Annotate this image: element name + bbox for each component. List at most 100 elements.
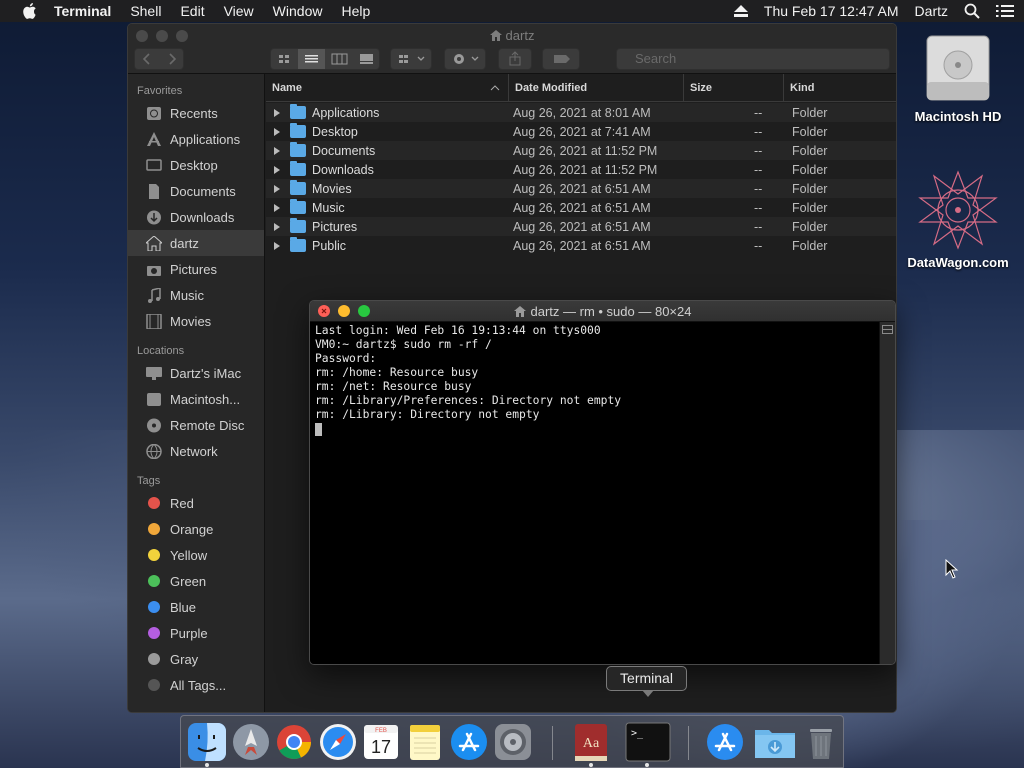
sidebar-item-label: Pictures [170,261,217,277]
gallery-view-icon[interactable] [353,49,380,69]
disclosure-triangle-icon[interactable] [274,184,280,193]
table-row[interactable]: Desktop Aug 26, 2021 at 7:41 AM -- Folder [266,122,896,141]
sidebar-tag-all[interactable]: All Tags... [128,672,264,698]
dock-calendar[interactable]: FEB 17 [361,722,401,762]
sidebar-tag-purple[interactable]: Purple [128,620,264,646]
split-pane-icon[interactable] [882,325,894,335]
sidebar-item-documents[interactable]: Documents [128,178,264,204]
terminal-minimize-button[interactable] [338,305,350,317]
terminal-close-button[interactable] [318,305,330,317]
menu-clock[interactable]: Thu Feb 17 12:47 AM [764,3,899,19]
menu-edit[interactable]: Edit [180,3,204,19]
sidebar-tag-gray[interactable]: Gray [128,646,264,672]
spotlight-search-icon[interactable] [964,3,980,19]
sidebar-item-recents[interactable]: Recents [128,100,264,126]
sidebar-item-music[interactable]: Music [128,282,264,308]
dock-app-store[interactable] [449,722,489,762]
desktop-macintosh-hd[interactable]: Macintosh HD [906,30,1010,124]
dock-chrome[interactable] [274,722,314,762]
sidebar-item-downloads[interactable]: Downloads [128,204,264,230]
sidebar-item-remote-disc[interactable]: Remote Disc [128,412,264,438]
table-row[interactable]: Pictures Aug 26, 2021 at 6:51 AM -- Folder [266,217,896,236]
sidebar-tag-green[interactable]: Green [128,568,264,594]
table-row[interactable]: Movies Aug 26, 2021 at 6:51 AM -- Folder [266,179,896,198]
finder-titlebar[interactable]: dartz [128,24,896,48]
dock-notes[interactable] [405,722,445,762]
disclosure-triangle-icon[interactable] [274,127,280,136]
group-by-button[interactable] [390,48,432,70]
terminal-zoom-button[interactable] [358,305,370,317]
column-header-size[interactable]: Size [684,74,784,101]
menu-shell[interactable]: Shell [130,3,161,19]
action-menu-button[interactable] [444,48,486,70]
file-kind: Folder [792,105,828,120]
dock-system-preferences[interactable] [493,722,533,762]
menu-user[interactable]: Dartz [915,3,948,19]
sidebar-item-macintosh-hd[interactable]: Macintosh... [128,386,264,412]
finder-zoom-button[interactable] [176,30,188,42]
disclosure-triangle-icon[interactable] [274,146,280,155]
applications-icon [147,131,161,146]
forward-arrow-icon[interactable] [160,49,184,69]
disclosure-triangle-icon[interactable] [274,108,280,117]
list-view-icon[interactable] [298,49,325,69]
dock-finder[interactable] [187,722,227,762]
table-row[interactable]: Applications Aug 26, 2021 at 8:01 AM -- Fol… [266,103,896,122]
sidebar-item-desktop[interactable]: Desktop [128,152,264,178]
sidebar-tag-yellow[interactable]: Yellow [128,542,264,568]
dock-terminal[interactable]: >_ [625,722,671,762]
folder-icon [290,123,306,138]
disclosure-triangle-icon[interactable] [274,203,280,212]
menu-view[interactable]: View [224,3,254,19]
back-forward-buttons[interactable] [134,48,184,70]
sidebar-item-imac[interactable]: Dartz's iMac [128,360,264,386]
finder-search-field[interactable]: Search [616,48,890,70]
dock-trash[interactable] [801,722,841,762]
table-row[interactable]: Music Aug 26, 2021 at 6:51 AM -- Folder [266,198,896,217]
column-header-kind[interactable]: Kind [784,74,896,101]
sidebar-item-applications[interactable]: Applications [128,126,264,152]
icon-view-icon[interactable] [271,49,298,69]
eject-icon[interactable] [733,5,748,17]
desktop-datawagon[interactable]: DataWagon.com [902,168,1014,270]
finder-close-button[interactable] [136,30,148,42]
disclosure-triangle-icon[interactable] [274,241,280,250]
finder-minimize-button[interactable] [156,30,168,42]
table-row[interactable]: Downloads Aug 26, 2021 at 11:52 PM -- Folde… [266,160,896,179]
sidebar-tag-red[interactable]: Red [128,490,264,516]
menu-help[interactable]: Help [341,3,370,19]
sidebar-item-pictures[interactable]: Pictures [128,256,264,282]
apple-menu-icon[interactable] [20,2,38,20]
clock-icon [147,106,161,120]
file-size: -- [754,162,763,177]
sidebar-tag-blue[interactable]: Blue [128,594,264,620]
terminal-titlebar[interactable]: dartz — rm • sudo — 80×24 [310,301,895,322]
view-mode-segmented-control[interactable] [270,48,380,70]
sidebar-tag-orange[interactable]: Orange [128,516,264,542]
terminal-output[interactable]: Last login: Wed Feb 16 19:13:44 on ttys0… [310,322,880,664]
tag-button[interactable] [542,48,580,70]
sidebar-item-network[interactable]: Network [128,438,264,464]
dock-applications-folder[interactable] [705,722,745,762]
dock-launchpad[interactable] [231,722,271,762]
column-header-date[interactable]: Date Modified [509,74,684,101]
menu-window[interactable]: Window [273,3,323,19]
folder-icon [290,199,306,214]
back-arrow-icon[interactable] [135,49,159,69]
share-button[interactable] [498,48,532,70]
sidebar-item-movies[interactable]: Movies [128,308,264,334]
column-view-icon[interactable] [326,49,353,69]
notification-center-icon[interactable] [996,4,1014,18]
table-row[interactable]: Public Aug 26, 2021 at 6:51 AM -- Folder [266,236,896,255]
finder-toolbar: Search [128,48,896,74]
disclosure-triangle-icon[interactable] [274,165,280,174]
terminal-scrollbar[interactable] [879,322,895,664]
dock-dictionary[interactable]: Aa [571,722,611,762]
menu-app-terminal[interactable]: Terminal [54,3,111,19]
dock-safari[interactable] [318,722,358,762]
column-header-name[interactable]: Name [266,74,509,101]
table-row[interactable]: Documents Aug 26, 2021 at 11:52 PM -- Folde… [266,141,896,160]
dock-downloads-folder[interactable] [753,722,795,762]
sidebar-item-dartz[interactable]: dartz [128,230,264,256]
disclosure-triangle-icon[interactable] [274,222,280,231]
